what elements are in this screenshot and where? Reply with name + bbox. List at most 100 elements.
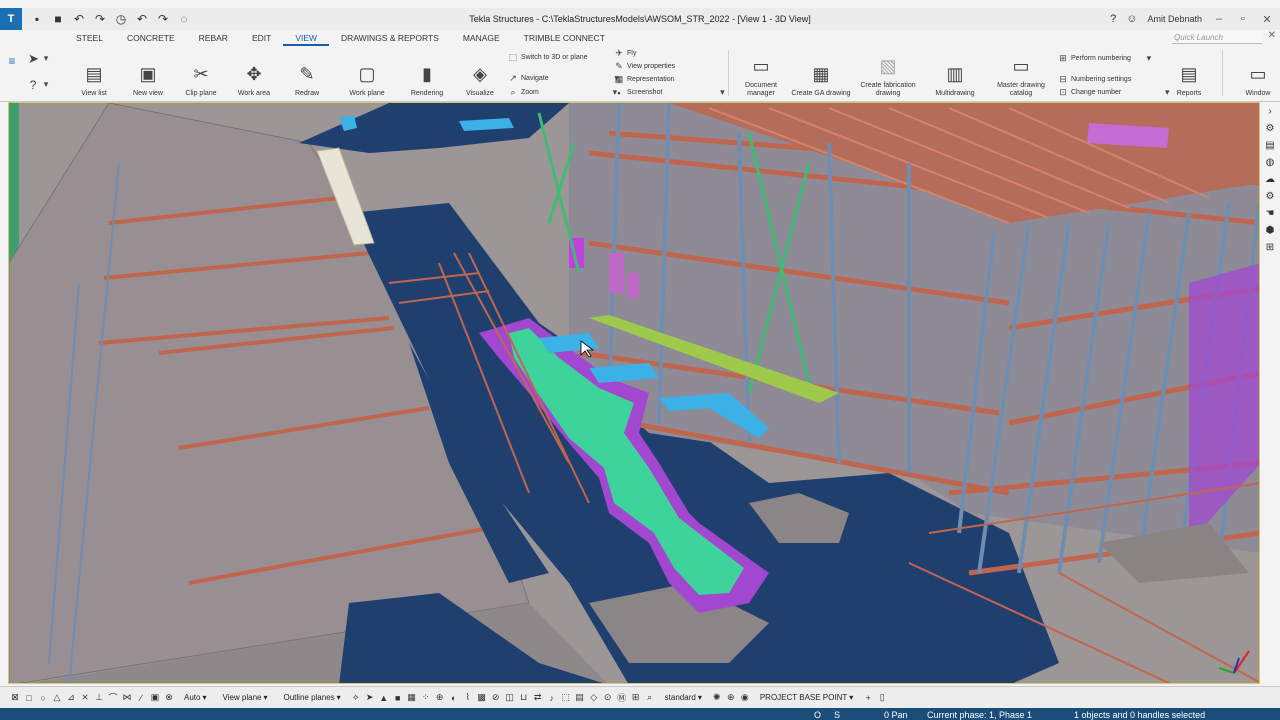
snap-triangle-icon[interactable]: △ bbox=[52, 692, 62, 703]
quick-launch-input[interactable]: Quick Launch bbox=[1172, 31, 1262, 44]
selection-filter-dropdown[interactable]: standard ▾ bbox=[659, 693, 708, 702]
snap-reference-icon[interactable]: ▣ bbox=[150, 692, 160, 703]
reports-button[interactable]: ▤ Reports bbox=[1172, 48, 1206, 98]
switch-3d-button[interactable]: ⬚ Switch to 3D or plane bbox=[508, 51, 588, 64]
contextual-help-icon[interactable]: ? ▾ bbox=[28, 78, 51, 92]
tab-manage[interactable]: MANAGE bbox=[451, 30, 512, 46]
settings-gear-icon[interactable]: ⚙ bbox=[1266, 191, 1275, 202]
document-manager-button[interactable]: ▭ Document manager bbox=[742, 48, 780, 98]
select-group-icon[interactable]: ⊞ bbox=[631, 692, 641, 703]
view-list-button[interactable]: ▤ View list bbox=[80, 48, 108, 98]
collapse-ribbon-icon[interactable]: ✕ bbox=[1268, 30, 1276, 41]
snap-square-icon[interactable]: □ bbox=[24, 693, 34, 703]
property-pane-icon[interactable]: ⚙ bbox=[1266, 123, 1275, 134]
visibility-icon[interactable]: ◉ bbox=[740, 692, 750, 703]
catalog-pane-icon[interactable]: ▤ bbox=[1265, 140, 1274, 151]
zoom-button[interactable]: ⌕ Zoom ▾ bbox=[508, 86, 620, 99]
globe-icon[interactable]: ◍ bbox=[1266, 157, 1275, 168]
create-fabrication-drawing-button[interactable]: ▧ Create fabrication drawing bbox=[858, 48, 918, 98]
new-view-button[interactable]: ▣ New view bbox=[132, 48, 164, 98]
master-drawing-catalog-button[interactable]: ▭ Master drawing catalog bbox=[996, 48, 1046, 98]
select-pour-icon[interactable]: ◇ bbox=[589, 692, 599, 703]
navigate-button[interactable]: ↗ Navigate ▾ bbox=[508, 72, 622, 85]
tab-view[interactable]: VIEW bbox=[283, 30, 330, 46]
window-button[interactable]: ▭ Window bbox=[1240, 48, 1276, 98]
history-icon[interactable]: ◷ bbox=[114, 12, 128, 26]
snap-perpendicular-icon[interactable]: ⊥ bbox=[94, 692, 104, 703]
model-origin-icon[interactable]: ✺ bbox=[712, 692, 722, 703]
grid-icon[interactable]: ⊞ bbox=[1266, 242, 1274, 253]
auto-dropdown[interactable]: Auto ▾ bbox=[178, 693, 212, 702]
project-base-point-dropdown[interactable]: PROJECT BASE POINT ▾ bbox=[754, 693, 859, 702]
object-icon[interactable]: ⬢ bbox=[1266, 225, 1275, 236]
select-points-icon[interactable]: ⁘ bbox=[421, 692, 431, 703]
select-assemblies-icon[interactable]: ◫ bbox=[505, 692, 515, 703]
select-cuts-icon[interactable]: ⊘ bbox=[491, 692, 501, 703]
select-tool-icon[interactable]: ➤ ▾ bbox=[28, 51, 51, 66]
work-area-button[interactable]: ✥ Work area bbox=[237, 48, 271, 98]
snap-circle-icon[interactable]: ○ bbox=[38, 693, 48, 703]
snap-line-icon[interactable]: ∕ bbox=[136, 693, 146, 703]
select-grid-icon[interactable]: ▦ bbox=[407, 692, 417, 703]
user-name[interactable]: Amit Debnath bbox=[1147, 14, 1202, 24]
expand-pane-icon[interactable]: › bbox=[1268, 106, 1271, 117]
tab-concrete[interactable]: CONCRETE bbox=[115, 30, 187, 46]
pick-origin-icon[interactable]: ⊕ bbox=[726, 692, 736, 703]
model-canvas[interactable] bbox=[9, 103, 1260, 684]
select-components-icon[interactable]: ■ bbox=[393, 693, 403, 703]
select-all-icon[interactable]: ➤ bbox=[365, 692, 375, 703]
select-filter-icon[interactable]: ⌕ bbox=[645, 692, 655, 703]
visualize-button[interactable]: ◈ Visualize bbox=[465, 48, 495, 98]
view-properties-button[interactable]: ✎ View properties bbox=[614, 60, 675, 73]
tab-drawings-reports[interactable]: DRAWINGS & REPORTS bbox=[329, 30, 451, 46]
select-views-icon[interactable]: ⬚ bbox=[561, 692, 571, 703]
user-icon[interactable]: ☺ bbox=[1126, 13, 1137, 25]
side-pane-menu-icon[interactable]: ≡ bbox=[5, 54, 19, 94]
snap-icon[interactable]: ⊠ bbox=[10, 692, 20, 703]
redo-list-icon[interactable]: ↷ bbox=[156, 12, 170, 26]
toolbar-end-icon[interactable]: ▯ bbox=[877, 692, 887, 703]
screenshot-button[interactable]: ▪ Screenshot ▾ bbox=[614, 86, 727, 99]
outline-planes-dropdown[interactable]: Outline planes ▾ bbox=[278, 693, 347, 702]
redo-icon[interactable]: ↷ bbox=[93, 12, 107, 26]
3d-model-view[interactable] bbox=[8, 102, 1260, 684]
create-ga-drawing-button[interactable]: ▦ Create GA drawing bbox=[791, 48, 851, 98]
select-surface-icon[interactable]: ⊙ bbox=[603, 692, 613, 703]
multidrawing-button[interactable]: ▥ Multidrawing bbox=[930, 48, 980, 98]
minimize-icon[interactable]: – bbox=[1212, 13, 1226, 25]
undo-icon[interactable]: ↶ bbox=[72, 12, 86, 26]
select-lines-icon[interactable]: ⇄ bbox=[533, 692, 543, 703]
close-icon[interactable]: ✕ bbox=[1260, 13, 1274, 26]
view-plane-dropdown[interactable]: View plane ▾ bbox=[216, 693, 273, 702]
cloud-icon[interactable]: ☁ bbox=[1265, 174, 1275, 185]
snap-midpoint-icon[interactable]: ⊿ bbox=[66, 692, 76, 703]
select-planes-icon[interactable]: ▩ bbox=[477, 692, 487, 703]
save-icon[interactable]: ▪ bbox=[30, 12, 44, 26]
tekla-logo-icon[interactable]: T bbox=[0, 8, 22, 30]
snap-free-icon[interactable]: ⌒ bbox=[108, 693, 118, 703]
add-icon[interactable]: + bbox=[863, 693, 873, 703]
open-icon[interactable]: ■ bbox=[51, 12, 65, 26]
numbering-settings-button[interactable]: ⊟ Numbering settings bbox=[1058, 73, 1131, 86]
tab-rebar[interactable]: REBAR bbox=[187, 30, 240, 46]
touch-icon[interactable]: ☚ bbox=[1266, 208, 1275, 219]
maximize-icon[interactable]: ▫ bbox=[1236, 13, 1250, 25]
select-measure-icon[interactable]: Ⓜ bbox=[617, 693, 627, 703]
select-reference-icon[interactable]: ♪ bbox=[547, 693, 557, 703]
select-bolts-icon[interactable]: ⊕ bbox=[435, 692, 445, 703]
redraw-button[interactable]: ✎ Redraw bbox=[292, 48, 322, 98]
clip-plane-button[interactable]: ✂ Clip plane bbox=[184, 48, 218, 98]
select-parts-icon[interactable]: ▲ bbox=[379, 693, 389, 703]
snap-intersection-icon[interactable]: ⨯ bbox=[80, 692, 90, 703]
eye-icon[interactable]: ⟡ bbox=[351, 692, 361, 703]
snap-geometry-icon[interactable]: ⊗ bbox=[164, 692, 174, 703]
snap-edge-icon[interactable]: ⋈ bbox=[122, 692, 132, 703]
rendering-button[interactable]: ▮ Rendering bbox=[410, 48, 444, 98]
select-rebar-icon[interactable]: ⌇ bbox=[463, 692, 473, 703]
undo-list-icon[interactable]: ↶ bbox=[135, 12, 149, 26]
representation-button[interactable]: ▦ Representation bbox=[614, 73, 675, 86]
fly-button[interactable]: ✈ Fly bbox=[614, 47, 636, 60]
perform-numbering-button[interactable]: ⊞ Perform numbering ▾ bbox=[1058, 52, 1154, 65]
work-plane-button[interactable]: ▢ Work plane bbox=[348, 48, 386, 98]
select-welds-icon[interactable]: ◐ bbox=[449, 693, 459, 703]
